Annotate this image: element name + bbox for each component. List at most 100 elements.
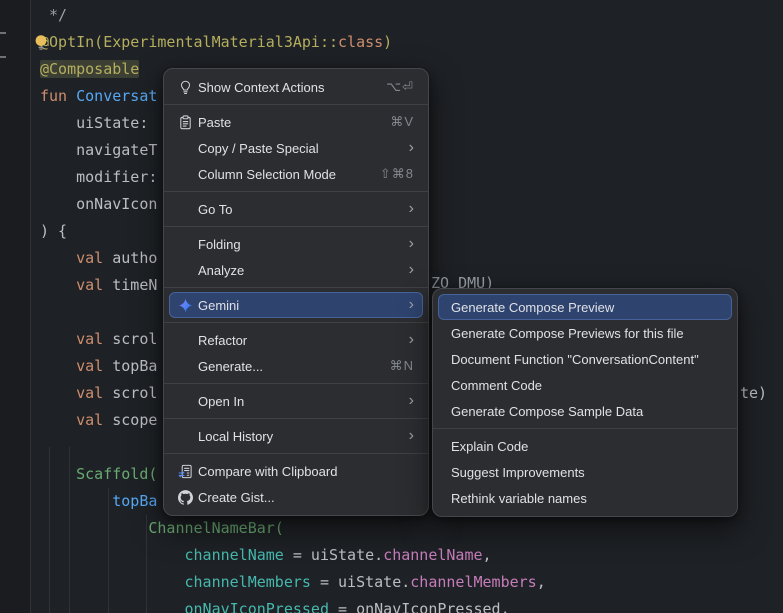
menu-item-label: Gemini <box>198 298 395 313</box>
code-token: val <box>76 276 112 294</box>
code-token <box>40 573 185 591</box>
code-token: scrol <box>112 384 157 402</box>
empty-icon <box>174 236 196 252</box>
code-token <box>40 492 112 510</box>
menu-item-label: Suggest Improvements <box>451 465 723 480</box>
code-token <box>40 357 76 375</box>
menu-item-show-context-actions[interactable]: Show Context Actions⌥⏎ <box>169 74 423 100</box>
code-token: = onNavIconPressed, <box>329 600 510 613</box>
menu-item-folding[interactable]: Folding› <box>169 231 423 257</box>
intention-bulb-icon[interactable] <box>33 34 49 50</box>
menu-item-refactor[interactable]: Refactor› <box>169 327 423 353</box>
menu-item-comment-code[interactable]: Comment Code <box>438 372 732 398</box>
gutter-change-marker <box>0 32 6 34</box>
code-token: @OptIn(ExperimentalMaterial3Api:: <box>40 33 338 51</box>
menu-item-document-function-conversationcontent[interactable]: Document Function "ConversationContent" <box>438 346 732 372</box>
menu-separator <box>164 418 428 419</box>
menu-item-compare-with-clipboard[interactable]: Compare with Clipboard <box>169 458 423 484</box>
github-icon <box>174 489 196 505</box>
menu-separator <box>164 383 428 384</box>
code-token <box>40 330 76 348</box>
menu-item-label: Show Context Actions <box>198 80 372 95</box>
submenu-arrow-icon: › <box>395 201 414 217</box>
code-token: topBa <box>112 357 157 375</box>
code-token: val <box>76 249 112 267</box>
code-token: timeN <box>112 276 157 294</box>
code-token <box>40 600 185 613</box>
menu-item-label: Explain Code <box>451 439 723 454</box>
menu-item-paste[interactable]: Paste⌘V <box>169 109 423 135</box>
menu-item-column-selection-mode[interactable]: Column Selection Mode⇧⌘8 <box>169 161 423 187</box>
menu-item-analyze[interactable]: Analyze› <box>169 257 423 283</box>
code-token: val <box>76 384 112 402</box>
editor-gutter[interactable] <box>0 0 31 613</box>
clipboard-icon <box>174 114 196 130</box>
code-token: ChannelNameBar( <box>148 519 283 537</box>
menu-item-label: Column Selection Mode <box>198 167 366 182</box>
lightbulb-icon <box>174 79 196 95</box>
menu-item-generate[interactable]: Generate...⌘N <box>169 353 423 379</box>
selected-token: @Composable <box>40 60 139 78</box>
menu-item-copy-paste-special[interactable]: Copy / Paste Special› <box>169 135 423 161</box>
menu-item-label: Generate... <box>198 359 376 374</box>
context-menu: Show Context Actions⌥⏎ Paste⌘VCopy / Past… <box>163 68 429 516</box>
menu-item-open-in[interactable]: Open In› <box>169 388 423 414</box>
code-token: fun <box>40 87 76 105</box>
code-line[interactable]: @OptIn(ExperimentalMaterial3Api::class) <box>40 29 783 56</box>
empty-icon <box>174 201 196 217</box>
code-token: onNavIcon <box>40 195 157 213</box>
code-token: channelName <box>383 546 482 564</box>
menu-item-generate-compose-preview[interactable]: Generate Compose Preview <box>438 294 732 320</box>
empty-icon <box>174 393 196 409</box>
menu-item-label: Analyze <box>198 263 395 278</box>
shortcut-label: ⌥⏎ <box>372 79 414 95</box>
menu-item-gemini[interactable]: Gemini› <box>169 292 423 318</box>
menu-item-generate-compose-previews-for-this-file[interactable]: Generate Compose Previews for this file <box>438 320 732 346</box>
gemini-icon <box>174 297 196 313</box>
menu-item-local-history[interactable]: Local History› <box>169 423 423 449</box>
indent-guide <box>146 515 147 613</box>
code-token: = uiState. <box>284 546 383 564</box>
code-token: channelMembers <box>185 573 311 591</box>
menu-separator <box>164 322 428 323</box>
menu-item-explain-code[interactable]: Explain Code <box>438 433 732 459</box>
code-fragment[interactable]: te) <box>740 380 767 407</box>
code-token: val <box>76 411 112 429</box>
menu-separator <box>164 191 428 192</box>
menu-item-label: Generate Compose Sample Data <box>451 404 723 419</box>
code-line[interactable]: channelName = uiState.channelName, <box>40 542 783 569</box>
empty-icon <box>174 140 196 156</box>
code-line[interactable]: */ <box>40 2 783 29</box>
code-token <box>40 519 148 537</box>
indent-guide <box>69 447 70 613</box>
code-token: ) <box>383 33 392 51</box>
menu-item-generate-compose-sample-data[interactable]: Generate Compose Sample Data <box>438 398 732 424</box>
shortcut-label: ⇧⌘8 <box>366 166 414 182</box>
menu-item-label: Comment Code <box>451 378 723 393</box>
indent-guide <box>49 447 50 613</box>
menu-separator <box>164 226 428 227</box>
code-token: Scaffold( <box>76 465 157 483</box>
gutter-change-marker <box>0 56 6 58</box>
menu-item-create-gist[interactable]: Create Gist... <box>169 484 423 510</box>
code-token: val <box>76 330 112 348</box>
code-token: ) { <box>40 222 67 240</box>
menu-item-label: Go To <box>198 202 395 217</box>
menu-item-go-to[interactable]: Go To› <box>169 196 423 222</box>
code-line[interactable]: ChannelNameBar( <box>40 515 783 542</box>
menu-item-suggest-improvements[interactable]: Suggest Improvements <box>438 459 732 485</box>
menu-item-label: Open In <box>198 394 395 409</box>
submenu-arrow-icon: › <box>395 236 414 252</box>
code-token: uiState: <box>40 114 157 132</box>
code-line[interactable]: onNavIconPressed = onNavIconPressed, <box>40 596 783 613</box>
code-token: navigateT <box>40 141 157 159</box>
code-token: channelName <box>185 546 284 564</box>
submenu-arrow-icon: › <box>395 332 414 348</box>
code-token: val <box>76 357 112 375</box>
empty-icon <box>174 262 196 278</box>
menu-item-label: Create Gist... <box>198 490 414 505</box>
shortcut-label: ⌘V <box>376 114 414 130</box>
code-line[interactable]: channelMembers = uiState.channelMembers, <box>40 569 783 596</box>
code-token <box>40 249 76 267</box>
menu-item-rethink-variable-names[interactable]: Rethink variable names <box>438 485 732 511</box>
